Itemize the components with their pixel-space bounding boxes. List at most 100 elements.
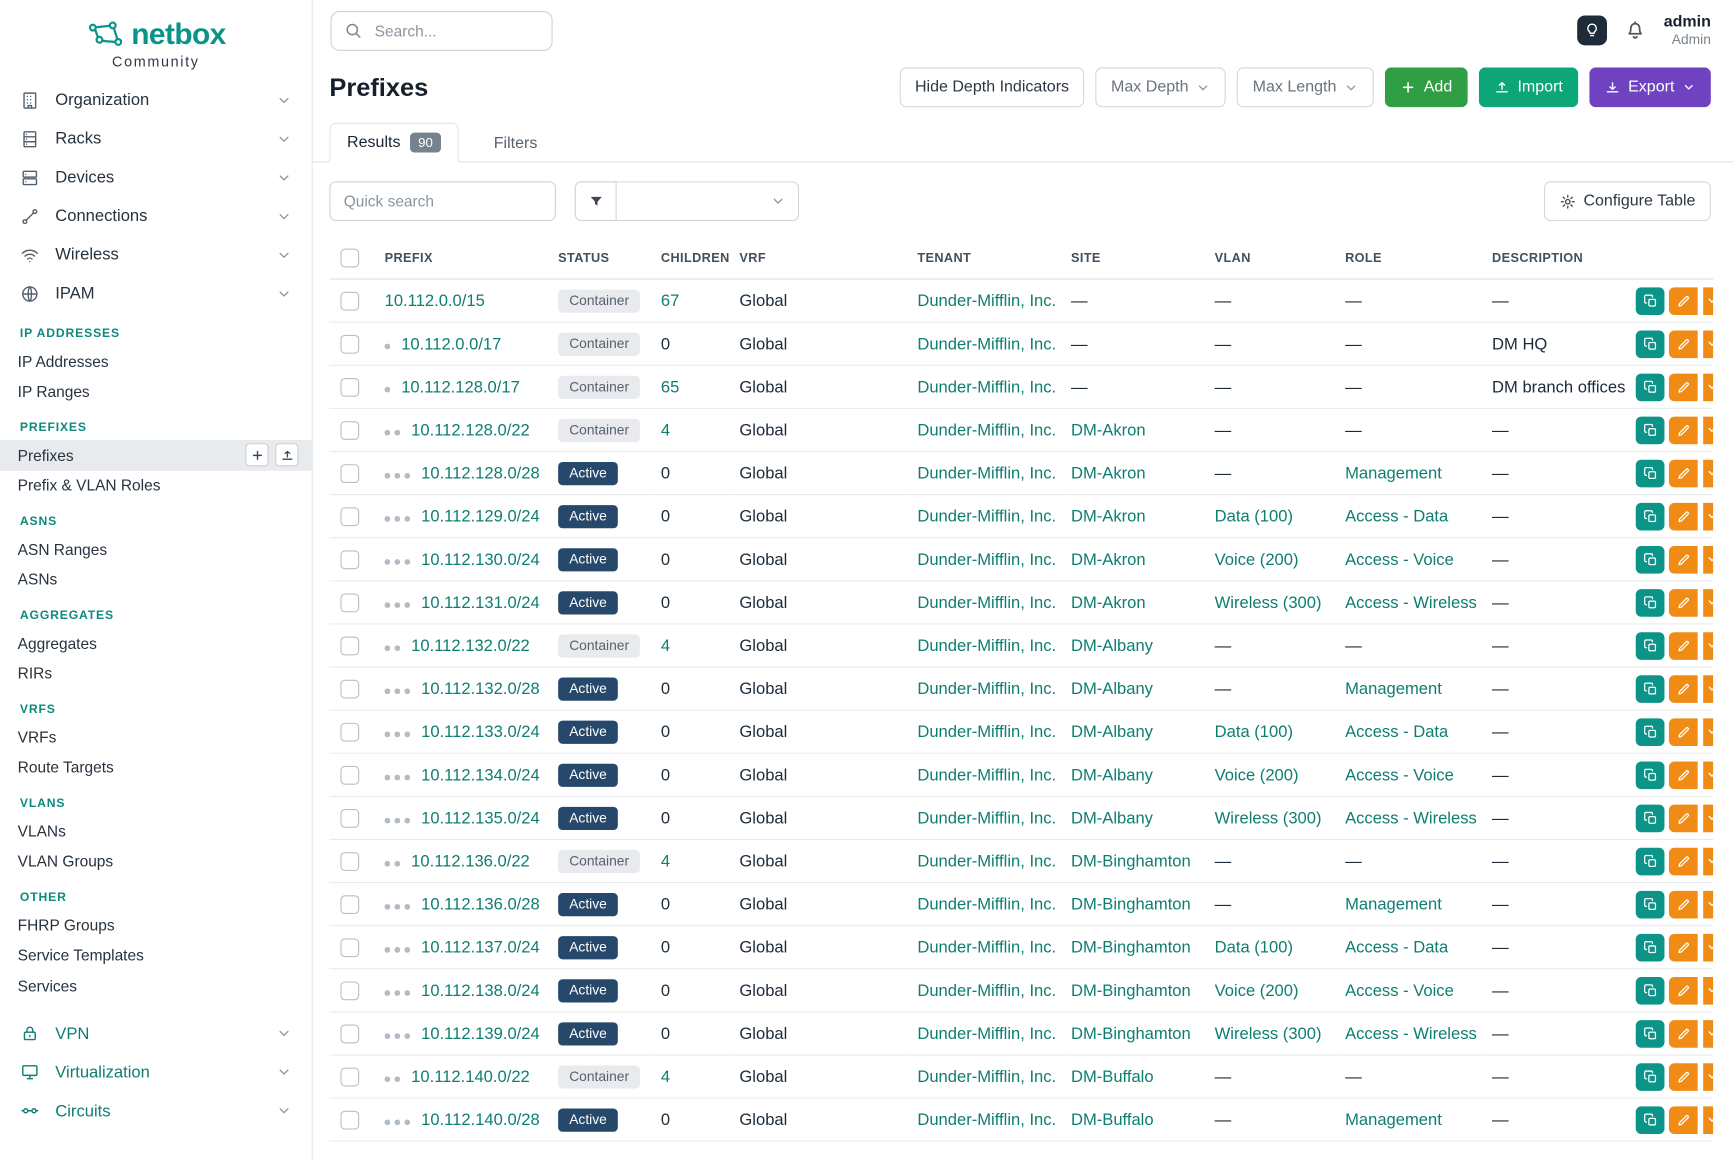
tenant-link[interactable]: Dunder-Mifflin, Inc. <box>917 895 1056 914</box>
row-checkbox[interactable] <box>340 723 359 742</box>
role-link[interactable]: Access - Data <box>1345 722 1448 741</box>
sidebar-item-virtualization[interactable]: Virtualization <box>0 1053 312 1092</box>
column-header-tenant[interactable]: TENANT <box>911 239 1065 279</box>
tab-filters[interactable]: Filters <box>492 126 540 161</box>
site-link[interactable]: DM-Akron <box>1071 550 1146 569</box>
vlan-link[interactable]: Wireless (300) <box>1215 1024 1322 1043</box>
sidebar-item-prefixes[interactable]: Prefixes <box>0 440 312 470</box>
sidebar-item-ip-addresses[interactable]: IP Addresses <box>0 346 312 376</box>
column-header-vlan[interactable]: VLAN <box>1208 239 1338 279</box>
max-depth-dropdown[interactable]: Max Depth <box>1096 67 1227 107</box>
edit-row-dropdown-button[interactable] <box>1703 675 1713 703</box>
site-link[interactable]: DM-Albany <box>1071 808 1153 827</box>
role-link[interactable]: Access - Wireless <box>1345 593 1477 612</box>
tenant-link[interactable]: Dunder-Mifflin, Inc. <box>917 593 1056 612</box>
copy-row-button[interactable] <box>1636 804 1665 832</box>
sidebar-item-devices[interactable]: Devices <box>0 158 312 197</box>
prefix-link[interactable]: 10.112.137.0/24 <box>421 938 540 957</box>
copy-row-button[interactable] <box>1636 459 1665 487</box>
edit-row-dropdown-button[interactable] <box>1703 976 1713 1004</box>
edit-row-dropdown-button[interactable] <box>1703 632 1713 660</box>
edit-row-dropdown-button[interactable] <box>1703 804 1713 832</box>
quick-search-input[interactable] <box>329 181 556 221</box>
edit-row-button[interactable] <box>1669 804 1698 832</box>
sidebar-item-service-templates[interactable]: Service Templates <box>0 940 312 970</box>
row-checkbox[interactable] <box>340 679 359 698</box>
edit-row-dropdown-button[interactable] <box>1703 1106 1713 1134</box>
edit-row-button[interactable] <box>1669 761 1698 789</box>
role-link[interactable]: Management <box>1345 679 1442 698</box>
role-link[interactable]: Management <box>1345 464 1442 483</box>
tenant-link[interactable]: Dunder-Mifflin, Inc. <box>917 981 1056 1000</box>
column-header-prefix[interactable]: PREFIX <box>378 239 552 279</box>
site-link[interactable]: DM-Akron <box>1071 464 1146 483</box>
edit-row-button[interactable] <box>1669 502 1698 530</box>
tenant-link[interactable]: Dunder-Mifflin, Inc. <box>917 1024 1056 1043</box>
site-link[interactable]: DM-Albany <box>1071 636 1153 655</box>
row-checkbox[interactable] <box>340 507 359 526</box>
sidebar-item-circuits[interactable]: Circuits <box>0 1091 312 1130</box>
tenant-link[interactable]: Dunder-Mifflin, Inc. <box>917 1067 1056 1086</box>
site-link[interactable]: DM-Binghamton <box>1071 852 1191 871</box>
global-search-input[interactable] <box>372 20 539 40</box>
tenant-link[interactable]: Dunder-Mifflin, Inc. <box>917 421 1056 440</box>
copy-row-button[interactable] <box>1636 373 1665 401</box>
prefix-link[interactable]: 10.112.132.0/22 <box>411 636 530 655</box>
tenant-link[interactable]: Dunder-Mifflin, Inc. <box>917 507 1056 526</box>
edit-row-dropdown-button[interactable] <box>1703 847 1713 875</box>
quick-add-button[interactable] <box>245 443 268 466</box>
quick-import-button[interactable] <box>275 443 298 466</box>
sidebar-item-vlans[interactable]: VLANs <box>0 816 312 846</box>
edit-row-button[interactable] <box>1669 933 1698 961</box>
prefix-link[interactable]: 10.112.140.0/22 <box>411 1067 530 1086</box>
tenant-link[interactable]: Dunder-Mifflin, Inc. <box>917 1110 1056 1129</box>
edit-row-button[interactable] <box>1669 589 1698 617</box>
sidebar-item-connections[interactable]: Connections <box>0 197 312 236</box>
sidebar-item-route-targets[interactable]: Route Targets <box>0 752 312 782</box>
prefix-link[interactable]: 10.112.136.0/22 <box>411 852 530 871</box>
edit-row-button[interactable] <box>1669 459 1698 487</box>
sidebar-item-wireless[interactable]: Wireless <box>0 235 312 274</box>
site-link[interactable]: DM-Albany <box>1071 679 1153 698</box>
copy-row-button[interactable] <box>1636 1063 1665 1091</box>
edit-row-dropdown-button[interactable] <box>1703 416 1713 444</box>
prefix-link[interactable]: 10.112.0.0/15 <box>385 291 485 310</box>
edit-row-button[interactable] <box>1669 545 1698 573</box>
prefix-link[interactable]: 10.112.130.0/24 <box>421 550 540 569</box>
sidebar-item-rirs[interactable]: RIRs <box>0 658 312 688</box>
configure-table-button[interactable]: Configure Table <box>1544 181 1711 221</box>
edit-row-button[interactable] <box>1669 416 1698 444</box>
vlan-link[interactable]: Voice (200) <box>1215 981 1299 1000</box>
edit-row-button[interactable] <box>1669 718 1698 746</box>
prefix-link[interactable]: 10.112.131.0/24 <box>421 593 540 612</box>
sidebar-item-vpn[interactable]: VPN <box>0 1014 312 1053</box>
row-checkbox[interactable] <box>340 1110 359 1129</box>
vlan-link[interactable]: Data (100) <box>1215 722 1293 741</box>
edit-row-dropdown-button[interactable] <box>1703 545 1713 573</box>
tenant-link[interactable]: Dunder-Mifflin, Inc. <box>917 464 1056 483</box>
sidebar-item-asn-ranges[interactable]: ASN Ranges <box>0 534 312 564</box>
prefix-link[interactable]: 10.112.134.0/24 <box>421 765 540 784</box>
edit-row-button[interactable] <box>1669 330 1698 358</box>
edit-row-dropdown-button[interactable] <box>1703 761 1713 789</box>
max-length-dropdown[interactable]: Max Length <box>1237 67 1374 107</box>
netbox-logo[interactable]: netbox Community <box>0 13 312 80</box>
row-checkbox[interactable] <box>340 895 359 914</box>
edit-row-button[interactable] <box>1669 373 1698 401</box>
row-checkbox[interactable] <box>340 593 359 612</box>
tenant-link[interactable]: Dunder-Mifflin, Inc. <box>917 636 1056 655</box>
sidebar-item-ip-ranges[interactable]: IP Ranges <box>0 376 312 406</box>
site-link[interactable]: DM-Binghamton <box>1071 981 1191 1000</box>
edit-row-button[interactable] <box>1669 847 1698 875</box>
copy-row-button[interactable] <box>1636 718 1665 746</box>
prefix-link[interactable]: 10.112.135.0/24 <box>421 808 540 827</box>
column-header-children[interactable]: CHILDREN <box>654 239 732 279</box>
copy-row-button[interactable] <box>1636 545 1665 573</box>
prefix-link[interactable]: 10.112.136.0/28 <box>421 895 540 914</box>
sidebar-item-asns[interactable]: ASNs <box>0 564 312 594</box>
edit-row-dropdown-button[interactable] <box>1703 287 1713 315</box>
prefix-link[interactable]: 10.112.132.0/28 <box>421 679 540 698</box>
edit-row-button[interactable] <box>1669 890 1698 918</box>
filter-button[interactable] <box>575 181 617 221</box>
children-count-link[interactable]: 4 <box>661 1067 670 1086</box>
